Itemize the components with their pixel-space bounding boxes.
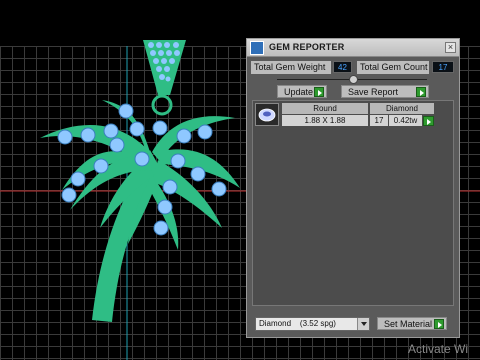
column-header-material: Diamond — [370, 103, 434, 114]
gem-size-cell: 1.88 X 1.88 — [282, 115, 368, 126]
set-material-button[interactable]: Set Material — [377, 317, 447, 330]
save-report-label: Save Report — [348, 87, 399, 97]
column-header-shape: Round — [282, 103, 368, 114]
chevron-down-icon — [357, 318, 369, 330]
gem-weight-cell: 0.42tw — [389, 115, 422, 126]
total-weight-value: 42 — [333, 61, 352, 73]
update-button-label: Update — [284, 87, 314, 97]
activate-windows-watermark: Activate Wi — [408, 342, 469, 356]
row-select-icon[interactable] — [423, 116, 434, 126]
update-button[interactable]: Update — [277, 85, 327, 98]
total-count-value: 17 — [432, 61, 454, 73]
set-material-label: Set Material — [384, 319, 433, 329]
material-select-value: Diamond (3.52 spg) — [259, 319, 336, 328]
total-weight-label: Total Gem Weight — [251, 61, 331, 74]
gem-count-cell: 17 — [370, 115, 388, 126]
gem-reporter-panel: GEM REPORTER × Total Gem Weight 42 Total… — [246, 38, 460, 338]
round-gem-thumbnail[interactable] — [255, 103, 279, 126]
close-button[interactable]: × — [445, 42, 456, 53]
play-icon — [314, 87, 324, 97]
diamond-icon — [258, 108, 276, 122]
slider-thumb[interactable] — [349, 75, 358, 84]
gem-table: Round Diamond 1.88 X 1.88 17 0.42tw — [252, 100, 454, 306]
play-icon — [434, 319, 444, 329]
material-select[interactable]: Diamond (3.52 spg) — [255, 317, 370, 331]
save-report-button[interactable]: Save Report — [341, 85, 429, 98]
jump-ring — [151, 94, 173, 116]
gem-reporter-icon — [250, 41, 264, 55]
total-count-label: Total Gem Count — [357, 61, 429, 74]
panel-titlebar[interactable]: GEM REPORTER × — [247, 39, 459, 57]
play-icon — [416, 87, 426, 97]
panel-title: GEM REPORTER — [269, 42, 345, 52]
